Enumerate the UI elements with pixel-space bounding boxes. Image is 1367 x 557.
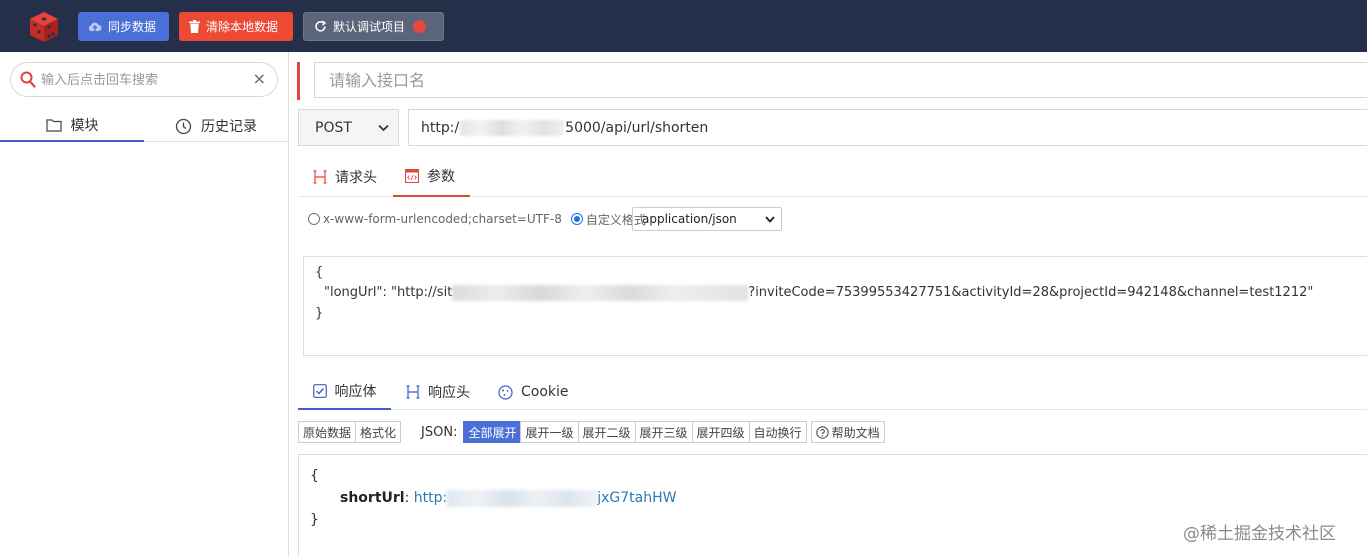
tab-history[interactable]: 历史记录 [144,110,288,142]
default-project-label: 默认调试项目 [333,20,406,34]
response-key: shortUrl [340,490,405,506]
redacted-short-host [447,489,598,507]
clear-local-data-button[interactable]: 清除本地数据 [179,12,293,41]
sidebar: × 模块 历史记录 [0,52,289,557]
expand-level-2-button[interactable]: 展开二级 [577,421,636,443]
clear-search-icon[interactable]: × [253,70,266,88]
tab-modules-label: 模块 [70,118,99,134]
url-prefix: http:/ [421,119,460,136]
radio-urlencoded-label: x-www-form-urlencoded;charset=UTF-8 [323,212,562,226]
expand-level-3-button[interactable]: 展开三级 [634,421,693,443]
raw-data-button[interactable]: 原始数据 [298,421,357,443]
expand-level-4-button[interactable]: 展开四级 [691,421,750,443]
tab-history-label: 历史记录 [201,119,257,135]
folder-icon [45,119,62,132]
radio-custom-format[interactable] [570,213,583,225]
content-type-select[interactable]: application/json [632,207,782,231]
tab-response-headers[interactable]: 响应头 [406,374,470,410]
refresh-icon [315,20,327,32]
watermark: @稀土掘金技术社区 [1183,524,1336,544]
body-line-2-prefix: "longUrl": "http://sit [324,285,453,300]
header-icon [313,169,327,184]
top-toolbar: 同步数据 清除本地数据 默认调试项目 [0,0,1367,52]
radio-urlencoded[interactable] [308,213,320,225]
cloud-sync-icon [88,22,102,31]
body-line-2: "longUrl": "http://sit ?inviteCode=753995… [324,283,1313,303]
response-close-brace: } [310,512,319,528]
method-select[interactable]: POST [298,109,399,146]
checkbox-icon [312,384,327,398]
url-input[interactable]: http:/ 5000/api/url/shorten [408,109,1367,146]
help-docs-label: 帮助文档 [831,425,880,440]
redacted-path [452,284,749,301]
redacted-host [460,119,565,136]
api-name-input[interactable] [314,62,1367,98]
clear-local-data-label: 清除本地数据 [206,20,279,34]
dice-logo-icon [30,12,58,42]
name-accent-bar [297,62,300,100]
trash-icon [189,20,200,33]
sync-data-label: 同步数据 [108,20,157,34]
search-icon [20,71,36,88]
sidebar-tabs: 模块 历史记录 [0,110,288,142]
encoding-options: x-www-form-urlencoded;charset=UTF-8 自定义格… [308,207,646,231]
body-line-2-suffix: ?inviteCode=75399553427751&activityId=28… [748,285,1314,300]
main-panel: POST http:/ 5000/api/url/shorten 请求头 参数 … [289,52,1367,557]
body-line-1: { [315,265,324,280]
expand-all-button[interactable]: 全部展开 [463,421,522,443]
default-project-button[interactable]: 默认调试项目 [303,12,444,41]
header-icon [406,385,420,399]
tab-response-headers-label: 响应头 [428,385,470,401]
request-tabs: 请求头 参数 [298,156,1367,197]
response-value-prefix: http: [413,490,448,506]
status-dot-icon [413,20,427,33]
cookie-icon [498,384,513,400]
sync-data-button[interactable]: 同步数据 [78,12,169,41]
tab-params[interactable]: 参数 [393,156,470,197]
format-button[interactable]: 格式化 [355,421,402,443]
tab-modules[interactable]: 模块 [0,110,144,142]
help-docs-button[interactable]: 帮助文档 [810,421,885,443]
search-input[interactable] [41,71,251,89]
tab-response-body-label: 响应体 [334,384,377,400]
method-value: POST [315,119,352,136]
tab-params-label: 参数 [427,168,455,185]
chevron-down-icon [765,216,775,223]
expand-level-1-button[interactable]: 展开一级 [520,421,579,443]
tab-request-headers-label: 请求头 [335,169,377,186]
clock-icon [175,118,192,134]
response-value-suffix: jxG7tahHW [597,490,677,506]
tab-request-headers[interactable]: 请求头 [313,156,377,197]
tab-cookie-label: Cookie [521,384,569,400]
json-label: JSON: [421,424,458,440]
tab-response-body[interactable]: 响应体 [298,374,391,410]
chevron-down-icon [378,124,389,132]
response-toolbar: 原始数据 格式化 JSON: 全部展开 展开一级 展开二级 展开三级 展开四级 … [298,421,885,443]
request-body-editor[interactable]: { "longUrl": "http://sit ?inviteCode=7539… [303,256,1367,356]
sidebar-search: × [10,62,278,97]
body-line-3: } [315,306,324,321]
response-tabs: 响应体 响应头 Cookie [298,374,1367,410]
tab-cookie[interactable]: Cookie [498,374,569,410]
response-colon: : [404,490,410,506]
url-suffix: 5000/api/url/shorten [565,119,709,136]
response-open-brace: { [310,468,319,484]
response-field-row: shortUrl: http: jxG7tahHW [340,487,676,509]
auto-wrap-button[interactable]: 自动换行 [748,421,807,443]
code-icon [405,168,419,183]
question-icon [815,425,829,439]
content-type-value: application/json [642,212,737,226]
